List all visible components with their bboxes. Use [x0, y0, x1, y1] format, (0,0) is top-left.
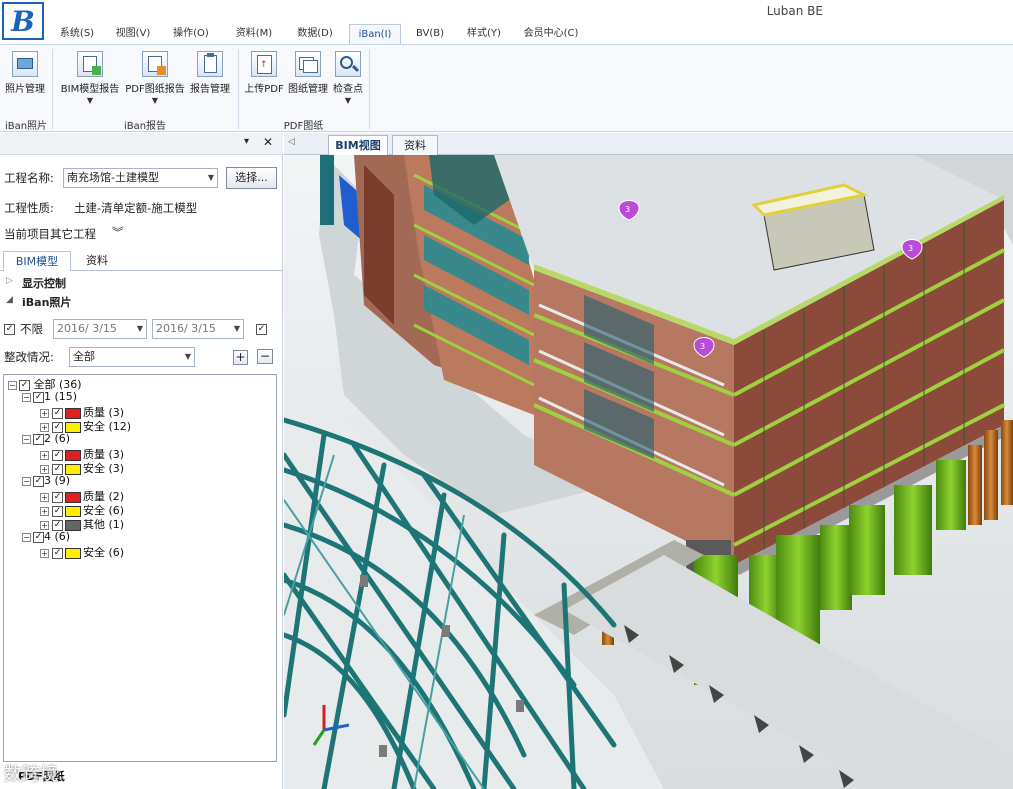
marker-count: 3 [625, 205, 630, 214]
view-tabs: ◁ BIM视图 资料 [284, 133, 1013, 155]
menu-system[interactable]: 系统(S) [52, 24, 102, 45]
report-manage-button[interactable]: 报告管理 [187, 51, 233, 95]
menu-data[interactable]: 数据(D) [290, 24, 340, 45]
tab-bim-model[interactable]: BIM模型 [3, 251, 71, 271]
menu-operate[interactable]: 操作(O) [166, 24, 216, 45]
expand-chevron-icon[interactable]: ︾ [112, 224, 124, 240]
tree-group-1[interactable]: − ✓ 1 (15) [22, 390, 77, 403]
marker-count: 3 [908, 244, 913, 253]
panel-header: ▾ ✕ [0, 133, 283, 155]
status-label: 整改情况: [4, 350, 54, 364]
bim-report-icon [77, 51, 103, 77]
clipboard-icon [197, 51, 223, 77]
date-from-picker[interactable]: 2016/ 3/15 ▼ [53, 319, 147, 339]
project-name-combo[interactable]: 南充场馆-土建模型 ▼ [63, 168, 218, 188]
menu-member-center[interactable]: 会员中心(C) [516, 24, 586, 45]
app-logo[interactable]: B [2, 2, 44, 40]
bim-model-render: 3 3 3 [284, 155, 1013, 789]
date-to-picker[interactable]: 2016/ 3/15 ▼ [152, 319, 244, 339]
pdf-report-button[interactable]: PDF图纸报告 ▼ [125, 51, 185, 105]
menu-view[interactable]: 视图(V) [108, 24, 158, 45]
collapse-arrow-icon[interactable]: ▷ [6, 276, 13, 286]
display-control-section[interactable]: 显示控制 [22, 275, 66, 291]
chevron-down-icon: ▼ [207, 173, 214, 182]
project-nature-value: 土建-清单定额-施工模型 [74, 201, 198, 215]
date-to-checkbox[interactable]: ✓ [256, 322, 267, 335]
upload-pdf-button[interactable]: ↑ 上传PDF [243, 51, 285, 95]
photo-tree: − ✓ 全部 (36) − ✓ 1 (15) + ✓ 质量 (3) + ✓ 安全 (12) −… [3, 374, 277, 762]
menu-bar: 系统(S) 视图(V) 操作(O) 资料(M) 数据(D) iBan(I) BV… [46, 24, 1013, 45]
group-pdf-drawing: PDF图纸 [283, 121, 324, 132]
upload-pdf-icon: ↑ [251, 51, 277, 77]
watermark-text: 数跨境 [4, 764, 58, 785]
tree-item-safety[interactable]: + ✓ 安全 (6) [40, 544, 124, 560]
pdf-report-icon [142, 51, 168, 77]
collapse-all-button[interactable]: − [257, 349, 273, 364]
status-combo[interactable]: 全部 ▼ [69, 347, 195, 367]
chevron-down-icon: ▼ [136, 324, 143, 333]
scroll-left-icon[interactable]: ◁ [288, 137, 295, 147]
checkpoint-button[interactable]: 检查点 ▼ [331, 51, 365, 105]
drawing-stack-icon [295, 51, 321, 77]
menu-style[interactable]: 样式(Y) [460, 24, 508, 45]
left-tabs: BIM模型 资料 [0, 250, 283, 271]
bim-3d-viewport[interactable]: 3 3 3 [284, 155, 1013, 789]
group-iban-photo: iBan照片 [4, 121, 48, 132]
other-projects-label[interactable]: 当前项目其它工程 [4, 226, 96, 242]
chevron-down-icon: ▼ [184, 352, 191, 361]
bim-report-button[interactable]: BIM模型报告 ▼ [58, 51, 122, 105]
ribbon: 照片管理 BIM模型报告 ▼ PDF图纸报告 ▼ 报告管理 ↑ 上传PDF 图纸管理… [0, 44, 1013, 132]
expand-arrow-icon[interactable]: ◢ [6, 295, 13, 305]
iban-photo-section[interactable]: iBan照片 [22, 294, 71, 310]
group-iban-report: iBan报告 [123, 121, 167, 132]
select-button[interactable]: 选择... [226, 167, 277, 189]
tree-group-3[interactable]: − ✓ 3 (9) [22, 474, 70, 487]
tree-group-2[interactable]: − ✓ 2 (6) [22, 432, 70, 445]
left-panel: ▾ ✕ 工程名称: 南充场馆-土建模型 ▼ 选择... 工程性质: 土建-清单定额… [0, 133, 283, 789]
app-title: Luban BE [766, 4, 823, 18]
tree-group-4[interactable]: − ✓ 4 (6) [22, 530, 70, 543]
marker-count: 3 [700, 342, 705, 351]
unlimited-label: 不限 [20, 322, 43, 336]
project-nature-label: 工程性质: [4, 201, 54, 215]
photo-icon [12, 51, 38, 77]
chevron-down-icon: ▼ [233, 324, 240, 333]
expand-all-button[interactable]: + [233, 350, 248, 365]
menu-iban[interactable]: iBan(I) [349, 24, 401, 45]
tab-view-materials[interactable]: 资料 [392, 135, 438, 155]
tab-materials[interactable]: 资料 [74, 251, 120, 271]
magnifier-icon [335, 51, 361, 77]
tab-bim-view[interactable]: BIM视图 [328, 135, 388, 155]
unlimited-checkbox[interactable]: ✓ [4, 322, 15, 335]
panel-dropdown-icon[interactable]: ▾ [244, 136, 249, 147]
drawing-manage-button[interactable]: 图纸管理 [287, 51, 329, 95]
menu-materials[interactable]: 资料(M) [229, 24, 279, 45]
panel-close-icon[interactable]: ✕ [263, 135, 273, 149]
photo-manage-button[interactable]: 照片管理 [4, 51, 46, 95]
project-name-label: 工程名称: [4, 171, 54, 185]
menu-bv[interactable]: BV(B) [409, 24, 451, 45]
